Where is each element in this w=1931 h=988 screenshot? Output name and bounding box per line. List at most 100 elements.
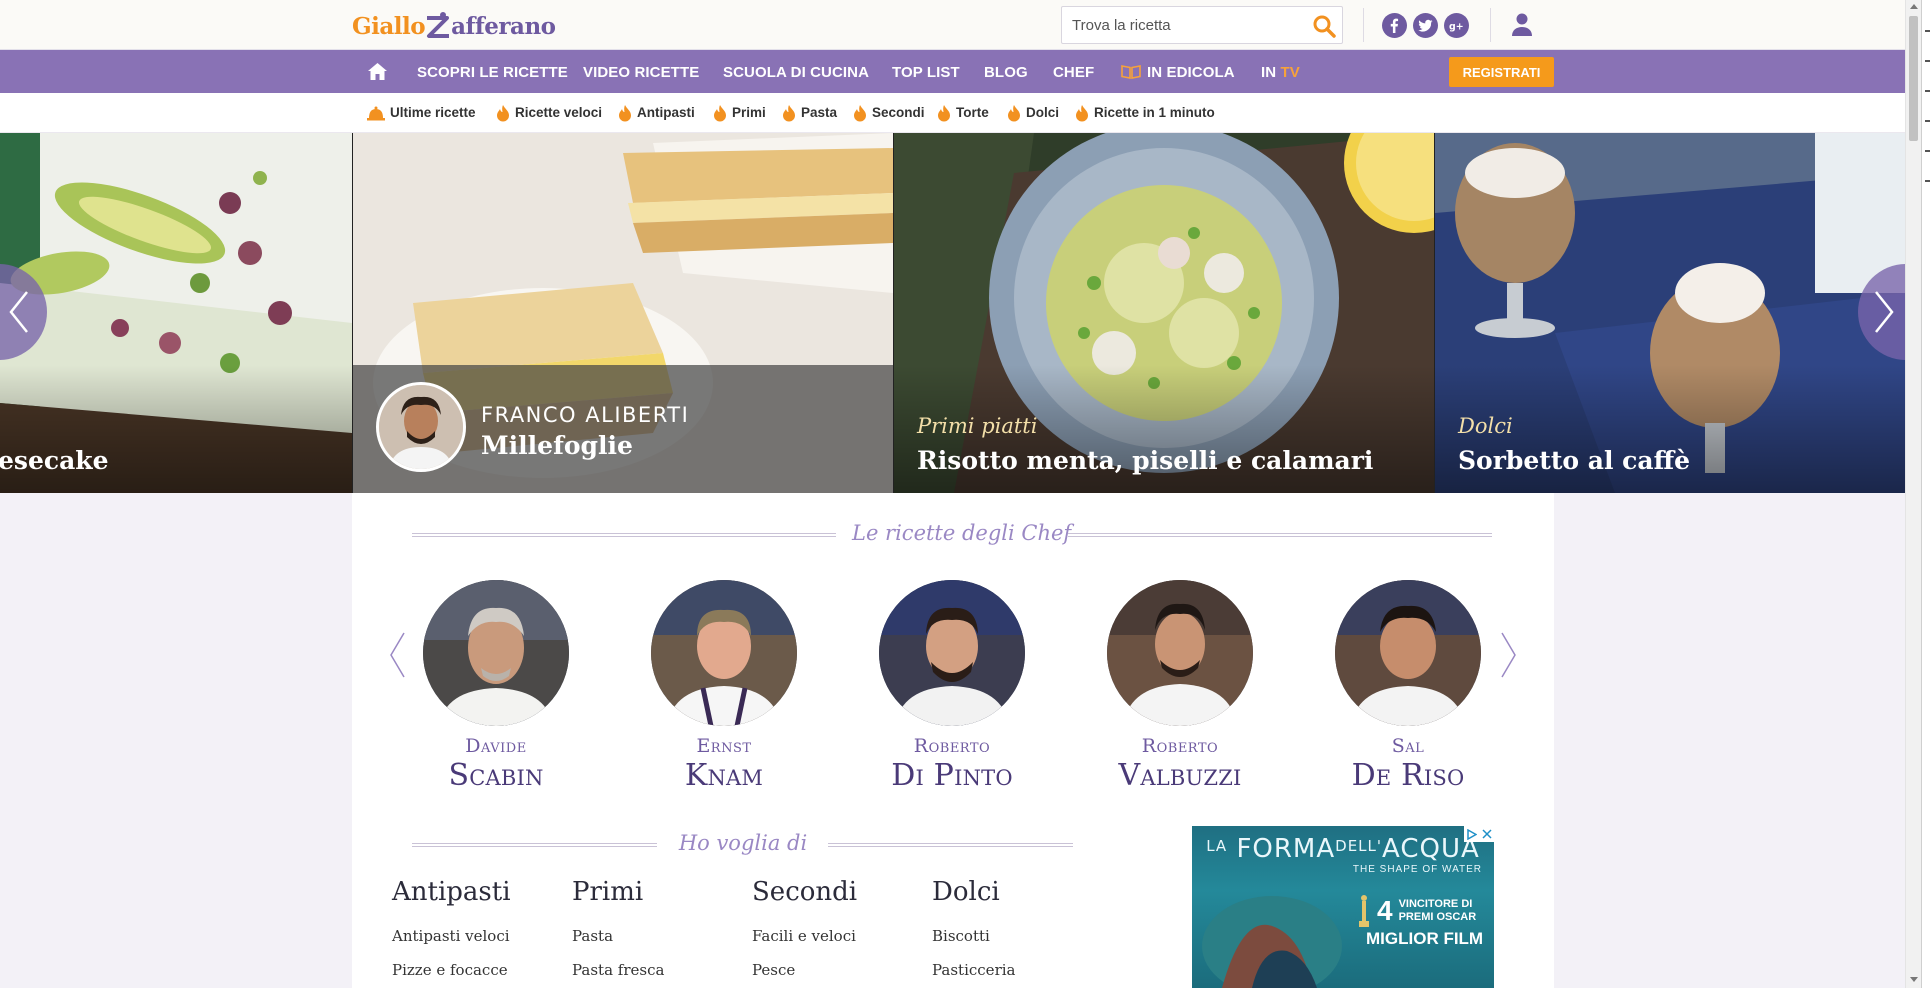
category-column-antipasti: Antipasti Antipasti veloci Pizze e focac… [392,877,562,987]
subnav-label: Secondi [872,105,925,120]
edge-mark [1925,180,1930,182]
edge-mark [1925,120,1930,122]
slide-category: Primi piatti [917,414,1038,438]
chef-photo [1107,580,1253,726]
facebook-icon[interactable] [1382,13,1407,38]
category-heading[interactable]: Primi [572,877,742,907]
chef-card-roberto-valbuzzi[interactable]: Roberto Valbuzzi [1107,580,1253,793]
nav-video-ricette[interactable]: VIDEO RICETTE [583,50,699,93]
categories-section-title: Ho voglia di [678,831,808,855]
hero-slide-cheesecake[interactable]: esecake [0,133,352,493]
hero-slide-risotto[interactable]: Primi piatti Risotto menta, piselli e ca… [894,133,1434,493]
slide-title: Millefoglie [481,431,633,460]
chef-avatar-franco-aliberti [376,382,466,472]
category-link[interactable]: Biscotti [932,919,1102,953]
ad-movie-art [1202,896,1342,988]
home-icon[interactable] [368,63,387,80]
section-divider [1068,533,1492,537]
scroll-up-arrow[interactable] [1910,4,1918,9]
hero-slide-sorbetto[interactable]: Dolci Sorbetto al caffè [1435,133,1905,493]
logo-text-giallo: Giallo [352,13,426,40]
chef-first-name: Roberto [1141,735,1219,757]
category-link[interactable]: Pasta fresca [572,953,742,987]
chef-photo [423,580,569,726]
book-icon [1121,65,1141,79]
category-link[interactable]: Pesce [752,953,922,987]
slide-title: Risotto menta, piselli e calamari [917,446,1374,475]
subnav-pasta[interactable]: Pasta [782,93,837,133]
ad-subtitle: THE SHAPE OF WATER [1352,864,1482,875]
flame-icon [1076,104,1088,121]
hero-carousel: esecake FRANCO ALIBERTI Millefoglie Prim… [0,133,1905,493]
nav-chef[interactable]: CHEF [1053,50,1094,93]
google-plus-icon[interactable]: g+ [1444,13,1469,38]
subnav-primi[interactable]: Primi [713,93,766,133]
subnav-label: Ricette veloci [515,105,603,120]
nav-top-list[interactable]: TOP LIST [892,50,960,93]
nav-in-tv[interactable]: IN TV [1261,50,1300,93]
scroll-down-arrow[interactable] [1910,977,1918,982]
top-header: Giallo afferano g+ [0,0,1905,50]
svg-text:g+: g+ [1449,21,1464,32]
slide-chef-name: FRANCO ALIBERTI [481,403,690,427]
subnav-label: Dolci [1026,105,1060,120]
user-icon[interactable] [1510,12,1534,38]
category-heading[interactable]: Antipasti [392,877,562,907]
chef-card-roberto-di-pinto[interactable]: Roberto Di Pinto [879,580,1025,793]
subnav-torte[interactable]: Torte [937,93,989,133]
twitter-icon[interactable] [1413,13,1438,38]
chef-last-name: De Riso [1351,758,1465,793]
category-link[interactable]: Facili e veloci [752,919,922,953]
flame-icon [714,104,726,121]
category-column-dolci: Dolci Biscotti Pasticceria [932,877,1102,987]
subnav-ricette-veloci[interactable]: Ricette veloci [496,93,602,133]
ad-title-part: LA [1206,837,1228,855]
chefs-prev-arrow[interactable] [388,630,406,680]
nav-in-edicola[interactable]: IN EDICOLA [1121,50,1235,93]
ad-choices-close[interactable] [1464,826,1494,842]
subnav-secondi[interactable]: Secondi [853,93,925,133]
chef-last-name: Di Pinto [891,758,1013,793]
search-input[interactable] [1062,7,1292,43]
page-scrollbar[interactable] [1905,0,1921,988]
subnav-antipasti[interactable]: Antipasti [618,93,695,133]
subnav-dolci[interactable]: Dolci [1007,93,1059,133]
advertisement-banner[interactable]: LA FORMADELL'ACQUA THE SHAPE OF WATER 4 … [1192,826,1494,988]
flame-icon [497,104,509,121]
chef-card-sal-de-riso[interactable]: Sal De Riso [1335,580,1481,793]
register-button[interactable]: REGISTRATI [1449,57,1554,87]
category-link[interactable]: Antipasti veloci [392,919,562,953]
subnav-ultime-ricette[interactable]: Ultime ricette [367,93,476,133]
nav-scuola-di-cucina[interactable]: SCUOLA DI CUCINA [723,50,869,93]
category-link[interactable]: Pasta [572,919,742,953]
ad-line: PREMI OSCAR [1398,911,1477,923]
chef-card-ernst-knam[interactable]: Ernst Knam [651,580,797,793]
chef-last-name: Valbuzzi [1118,758,1242,793]
category-link[interactable]: Pasticceria [932,953,1102,987]
chef-last-name: Knam [684,758,764,793]
giallozafferano-logo[interactable]: Giallo afferano [352,10,556,40]
category-link[interactable]: Pizze e focacce [392,953,562,987]
search-icon[interactable] [1312,14,1336,38]
chef-card-davide-scabin[interactable]: Davide Scabin [423,580,569,793]
main-navigation: SCOPRI LE RICETTE VIDEO RICETTE SCUOLA D… [0,50,1905,93]
ad-line: VINCITORE DI [1398,898,1473,910]
hero-slide-millefoglie[interactable]: FRANCO ALIBERTI Millefoglie [353,133,893,493]
nav-scopri-ricette[interactable]: SCOPRI LE RICETTE [417,50,568,93]
search-box [1061,6,1343,44]
chefs-next-arrow[interactable] [1500,630,1518,680]
subnav-label: Antipasti [637,105,695,120]
scrollbar-thumb[interactable] [1909,16,1918,141]
subnav-label: Pasta [801,105,838,120]
chef-first-name: Roberto [913,735,991,757]
chef-last-name: Scabin [448,758,544,793]
nav-blog[interactable]: BLOG [984,50,1028,93]
subnav-ricette-1-minuto[interactable]: Ricette in 1 minuto [1075,93,1215,133]
slide-title: esecake [0,446,109,475]
category-heading[interactable]: Secondi [752,877,922,907]
ad-title-part: FORMA [1236,834,1336,864]
nav-in-tv-prefix: IN [1261,64,1277,81]
flame-icon [854,104,866,121]
category-heading[interactable]: Dolci [932,877,1102,907]
slide-category: Dolci [1458,414,1513,438]
